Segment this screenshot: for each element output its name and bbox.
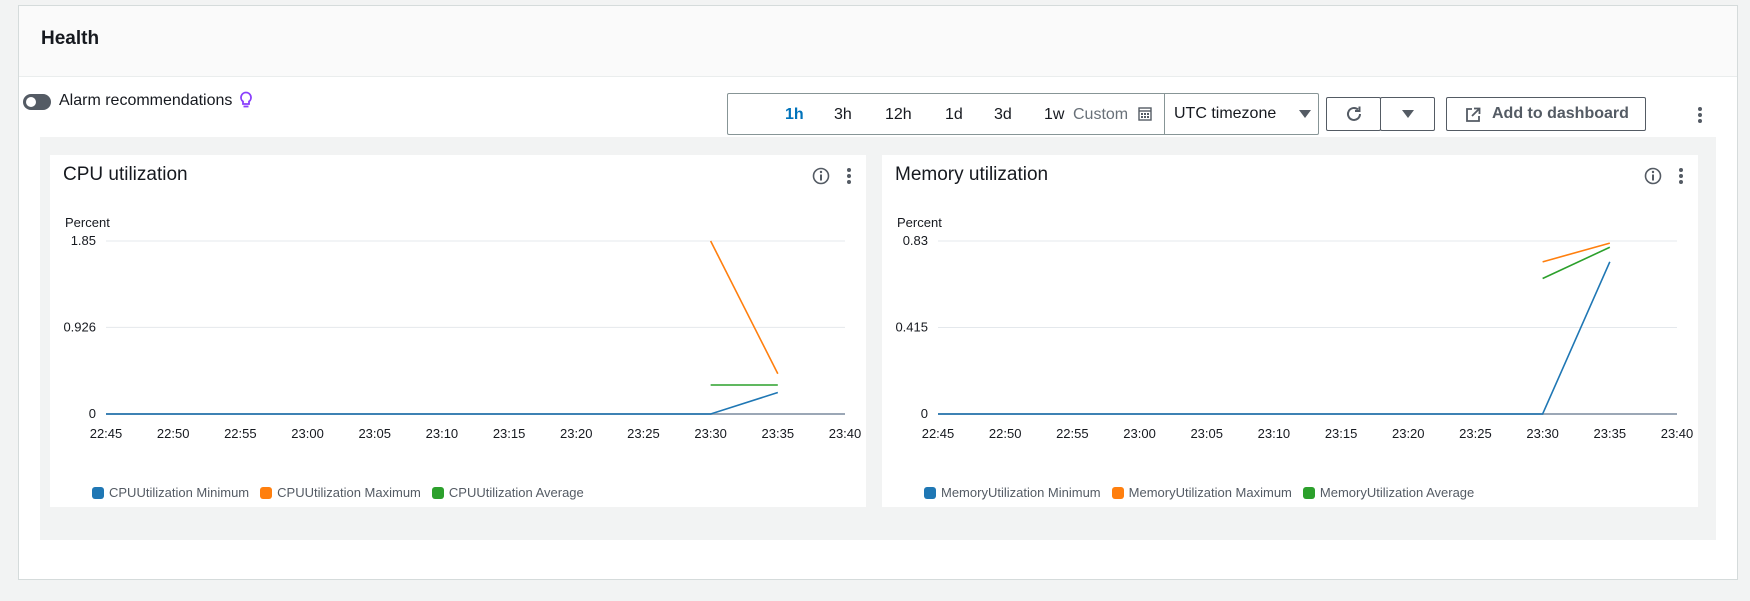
legend-label: CPUUtilization Minimum (109, 485, 250, 500)
chart-legend: CPUUtilization Minimum CPUUtilization Max… (92, 485, 584, 500)
x-tick-label: 22:55 (224, 426, 257, 441)
x-tick-label: 22:45 (922, 426, 955, 441)
timezone-label: UTC timezone (1174, 105, 1277, 122)
range-1d[interactable]: 1d (945, 106, 963, 124)
time-range-selector: 1h 3h 12h 1d 3d 1w Custom UTC timezone (727, 93, 1319, 135)
x-tick-label: 23:00 (1123, 426, 1156, 441)
x-tick-label: 22:50 (989, 426, 1022, 441)
toggle-knob (26, 97, 36, 107)
range-3d[interactable]: 3d (994, 106, 1012, 124)
legend-item[interactable]: CPUUtilization Minimum (92, 485, 249, 500)
panel-header: Health (19, 6, 1737, 77)
y-tick-label: 0.415 (895, 320, 928, 335)
x-tick-label: 23:25 (1459, 426, 1492, 441)
lightbulb-icon[interactable] (239, 91, 253, 109)
x-tick-label: 23:20 (560, 426, 593, 441)
y-tick-label: 0.926 (63, 319, 96, 334)
x-tick-label: 23:05 (1190, 426, 1223, 441)
legend-swatch (260, 486, 273, 499)
timezone-select[interactable]: UTC timezone (1164, 94, 1320, 134)
caret-down-icon (1402, 110, 1414, 118)
legend-label: MemoryUtilization Maximum (1128, 485, 1292, 500)
series-line (709, 240, 779, 375)
alarm-recommendations-label: Alarm recommendations (59, 92, 233, 109)
series-line (106, 391, 779, 415)
legend-swatch (92, 486, 104, 499)
legend-item[interactable]: MemoryUtilization Maximum (1111, 485, 1292, 500)
y-tick-label: 1.85 (71, 233, 96, 248)
legend-label: CPUUtilization Average (448, 485, 584, 500)
x-tick-label: 23:15 (493, 426, 526, 441)
refresh-icon (1347, 106, 1361, 121)
x-tick-label: 23:00 (291, 426, 324, 441)
cpu-utilization-chart: 1.85 0.926 0 22:45 22:50 22:55 23:00 23:05 23:10… (63, 233, 862, 441)
calendar-icon[interactable] (1138, 107, 1152, 121)
y-tick-label: 0.83 (903, 233, 928, 248)
legend-item[interactable]: MemoryUtilization Average (1302, 485, 1475, 500)
refresh-options-button[interactable] (1380, 97, 1435, 131)
add-to-dashboard-label: Add to dashboard (1492, 105, 1629, 122)
x-tick-label: 23:20 (1392, 426, 1425, 441)
x-tick-label: 22:50 (157, 426, 190, 441)
y-tick-label: 0 (921, 406, 928, 421)
x-tick-label: 23:40 (1661, 426, 1694, 441)
series-line (938, 261, 1611, 415)
x-tick-label: 23:15 (1325, 426, 1358, 441)
x-tick-label: 23:05 (358, 426, 391, 441)
legend-item[interactable]: CPUUtilization Average (431, 485, 584, 500)
x-tick-label: 23:10 (1258, 426, 1291, 441)
refresh-button[interactable] (1326, 97, 1381, 131)
range-1w[interactable]: 1w (1044, 106, 1064, 124)
x-tick-label: 23:25 (627, 426, 660, 441)
x-tick-label: 23:35 (762, 426, 795, 441)
legend-swatch (1302, 486, 1315, 499)
cpu-utilization-widget: CPU utilization Percent 1.85 0.926 0 22:45 2… (50, 155, 866, 507)
more-vertical-icon[interactable] (1697, 106, 1703, 124)
add-to-dashboard-button[interactable]: Add to dashboard (1446, 97, 1646, 131)
x-tick-label: 23:30 (694, 426, 727, 441)
x-tick-label: 22:55 (1056, 426, 1089, 441)
memory-utilization-chart: 0.83 0.415 0 22:45 22:50 22:55 23:00 23:05 23:10… (895, 233, 1694, 441)
legend-item[interactable]: CPUUtilization Maximum (260, 485, 421, 500)
range-12h[interactable]: 12h (885, 106, 912, 124)
legend-swatch (431, 486, 444, 499)
caret-down-icon (1299, 110, 1311, 118)
chart-legend: MemoryUtilization Minimum MemoryUtilizati… (924, 485, 1474, 500)
memory-utilization-widget: Memory utilization Percent 0.83 0.415 0 22:… (882, 155, 1698, 507)
legend-item[interactable]: MemoryUtilization Minimum (924, 485, 1101, 500)
external-link-icon (1466, 107, 1481, 122)
legend-swatch (924, 486, 936, 499)
x-tick-label: 23:40 (829, 426, 862, 441)
legend-swatch (1111, 486, 1124, 499)
x-tick-label: 23:35 (1594, 426, 1627, 441)
x-tick-label: 22:45 (90, 426, 123, 441)
range-custom[interactable]: Custom (1073, 106, 1128, 124)
legend-label: MemoryUtilization Minimum (941, 485, 1101, 500)
panel-title: Health (41, 28, 100, 49)
range-3h[interactable]: 3h (834, 106, 852, 124)
y-tick-label: 0 (89, 406, 96, 421)
x-tick-label: 23:30 (1526, 426, 1559, 441)
legend-label: CPUUtilization Maximum (277, 485, 421, 500)
legend-label: MemoryUtilization Average (1319, 485, 1475, 500)
alarm-recommendations-toggle[interactable] (23, 94, 51, 110)
x-tick-label: 23:10 (426, 426, 459, 441)
range-1h[interactable]: 1h (785, 106, 804, 124)
